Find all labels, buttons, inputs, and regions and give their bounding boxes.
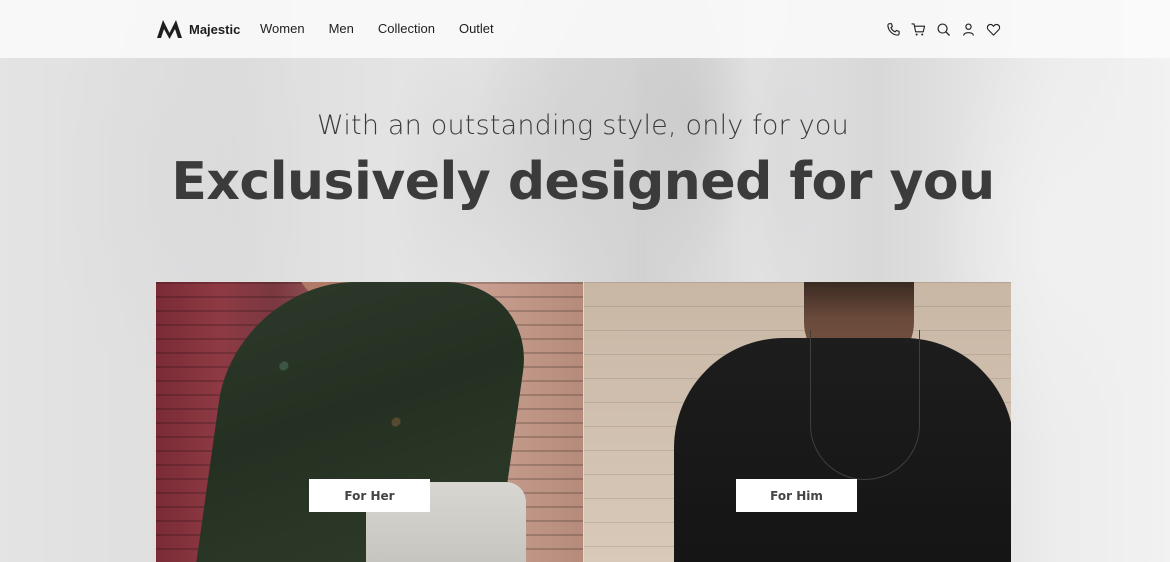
- for-her-button[interactable]: For Her: [309, 479, 430, 512]
- nav-item-outlet[interactable]: Outlet: [459, 20, 494, 38]
- majestic-m-logo-icon: [156, 19, 183, 39]
- photo-necklace: [810, 330, 920, 480]
- header-icons: [886, 22, 1001, 37]
- cart-icon[interactable]: [911, 22, 926, 37]
- brand-logo[interactable]: Majestic: [156, 18, 240, 40]
- user-icon[interactable]: [961, 22, 976, 37]
- hero-title: Exclusively designed for you: [171, 152, 995, 212]
- category-card-her[interactable]: For Her: [156, 282, 583, 562]
- man-in-black-tshirt-photo: [584, 282, 1011, 562]
- nav-item-collection[interactable]: Collection: [378, 20, 435, 38]
- heart-icon[interactable]: [986, 22, 1001, 37]
- nav-item-women[interactable]: Women: [260, 20, 305, 38]
- hero-subtitle: With an outstanding style, only for you: [317, 110, 849, 141]
- brand-name: Majestic: [189, 21, 241, 37]
- nav-item-men[interactable]: Men: [329, 20, 354, 38]
- for-him-button[interactable]: For Him: [736, 479, 857, 512]
- search-icon[interactable]: [936, 22, 951, 37]
- main-nav: Women Men Collection Outlet: [260, 20, 494, 38]
- category-card-him[interactable]: For Him: [584, 282, 1011, 562]
- phone-icon[interactable]: [886, 22, 901, 37]
- site-header: Majestic Women Men Collection Outlet: [0, 0, 1170, 58]
- woman-in-green-paisley-shirt-photo: [156, 282, 583, 562]
